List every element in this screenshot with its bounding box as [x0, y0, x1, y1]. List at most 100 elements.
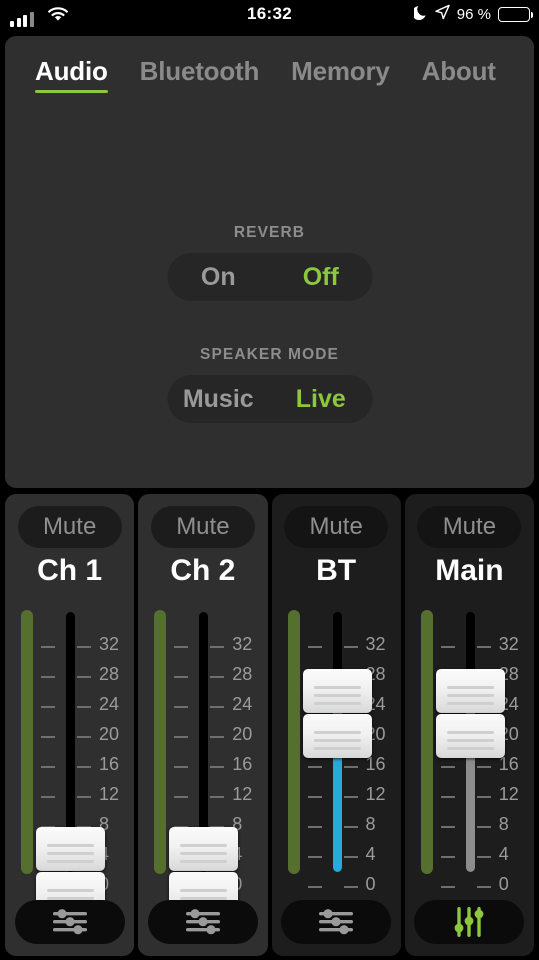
mute-button-label: Mute — [309, 513, 363, 540]
scale-tick-row: 20 — [174, 725, 267, 743]
scale-tick-mark — [440, 646, 455, 648]
channel-strips: Mute Ch 1 32 28 24 20 16 12 8 4 0 Mute — [5, 494, 534, 956]
scale-tick-mark — [440, 826, 455, 828]
scale-tick-mark — [343, 826, 358, 828]
scale-tick-row: 4 — [440, 845, 534, 863]
scale-tick-mark — [440, 856, 455, 858]
tab-audio[interactable]: Audio — [35, 57, 108, 94]
mute-button-main[interactable]: Mute — [417, 506, 522, 548]
fader-area-bt: 32 28 24 20 16 12 8 4 0 — [272, 602, 401, 893]
scale-tick-label: 32 — [498, 634, 519, 654]
scale-tick-mark — [307, 796, 322, 798]
scale-tick-mark — [77, 646, 91, 648]
fader-handle-main-a[interactable] — [435, 669, 505, 713]
scale-tick-row: 12 — [307, 785, 401, 803]
fader-handle-bt-b[interactable] — [302, 714, 372, 758]
scale-tick-mark — [210, 766, 225, 768]
channel-strip-ch1: Mute Ch 1 322824201612840 — [5, 494, 135, 956]
scale-tick-label: 12 — [99, 784, 120, 804]
status-bar-right: 96 % — [411, 4, 533, 24]
mute-button-ch1[interactable]: Mute — [17, 506, 122, 548]
scale-tick-mark — [343, 796, 358, 798]
scale-tick-mark — [476, 646, 491, 648]
scale-tick-label: 16 — [99, 754, 120, 774]
battery-percent-label: 96 % — [456, 5, 491, 23]
speaker-mode-option-music[interactable]: Music — [167, 386, 270, 412]
channel-strip-ch2: Mute Ch 2 322824201612840 — [138, 494, 268, 956]
mute-button-label: Mute — [42, 513, 97, 540]
scale-tick-row: 32 — [307, 635, 401, 653]
scale-tick-mark — [307, 826, 322, 828]
scale-tick-label: 4 — [365, 844, 376, 864]
scale-tick-row: 32 — [41, 635, 134, 653]
scale-tick-label: 32 — [99, 634, 120, 654]
scale-tick-mark — [476, 856, 491, 858]
mute-button-bt[interactable]: Mute — [284, 506, 389, 548]
scale-tick-label: 12 — [365, 784, 386, 804]
scale-tick-row: 8 — [307, 815, 401, 833]
fader-area-main: 32 28 24 20 16 12 8 4 0 — [405, 602, 534, 893]
scale-tick-label: 0 — [365, 874, 376, 894]
scale-tick-row: 4 — [307, 845, 401, 863]
scale-tick-row: 28 — [174, 665, 267, 683]
scale-tick-mark — [440, 886, 455, 888]
scale-tick-mark — [77, 766, 91, 768]
scale-tick-row: 24 — [41, 695, 134, 713]
scale-tick-row: 32 — [174, 635, 267, 653]
scale-tick-label: 12 — [498, 784, 519, 804]
scale-tick-mark — [174, 706, 189, 708]
eq-button-main[interactable] — [414, 900, 525, 944]
scale-tick-mark — [41, 736, 55, 738]
scale-tick-mark — [210, 676, 225, 678]
app-screen: 16:32 96 % Audio Bluetooth Memory About … — [0, 0, 539, 960]
scale-tick-label: 16 — [232, 754, 253, 774]
fader-handle-main-b[interactable] — [435, 714, 505, 758]
reverb-option-off[interactable]: Off — [270, 264, 373, 290]
eq-button-bt[interactable] — [281, 900, 392, 944]
scale-tick-row: 16 — [307, 755, 401, 773]
scale-tick-mark — [476, 826, 491, 828]
scale-tick-row: 12 — [440, 785, 534, 803]
scale-tick-row: 12 — [41, 785, 134, 803]
scale-tick-mark — [476, 796, 491, 798]
scale-tick-label: 28 — [232, 664, 253, 684]
reverb-segmented-control: On Off — [167, 253, 372, 301]
level-meter-bt — [287, 610, 300, 874]
speaker-mode-option-live[interactable]: Live — [270, 386, 373, 412]
scale-tick-label: 4 — [498, 844, 509, 864]
vertical-sliders-icon — [452, 905, 486, 939]
scale-tick-row: 16 — [440, 755, 534, 773]
scale-tick-label: 32 — [232, 634, 253, 654]
scale-tick-label: 8 — [365, 814, 376, 834]
channel-strip-main: Mute Main 32 28 24 20 16 12 8 4 0 — [404, 494, 534, 956]
settings-panel: Audio Bluetooth Memory About REVERB On O… — [5, 36, 534, 488]
channel-strip-bt: Mute BT 32 28 24 20 16 12 8 4 0 — [271, 494, 401, 956]
mute-button-ch2[interactable]: Mute — [150, 506, 255, 548]
reverb-option-on[interactable]: On — [167, 264, 270, 290]
fader-area-ch1: 322824201612840 — [5, 602, 134, 916]
scale-tick-mark — [41, 766, 55, 768]
scale-tick-label: 24 — [232, 694, 253, 714]
scale-tick-mark — [77, 796, 91, 798]
speaker-mode-label: SPEAKER MODE — [200, 346, 339, 363]
scale-tick-row: 16 — [174, 755, 267, 773]
scale-tick-mark — [174, 736, 189, 738]
status-bar: 16:32 96 % — [0, 0, 539, 32]
eq-button-ch2[interactable] — [147, 900, 258, 944]
tab-memory[interactable]: Memory — [291, 57, 390, 93]
horizontal-sliders-icon — [50, 906, 90, 938]
fader-handle-ch1-a[interactable] — [36, 826, 105, 871]
channel-name-ch2: Ch 2 — [170, 554, 236, 587]
fader-handle-ch2-a[interactable] — [169, 826, 239, 871]
tab-about[interactable]: About — [422, 57, 496, 93]
scale-tick-label: 32 — [365, 634, 386, 654]
channel-name-main: Main — [435, 554, 504, 587]
scale-tick-mark — [41, 796, 55, 798]
level-meter-main — [420, 610, 433, 874]
fader-handle-bt-a[interactable] — [302, 669, 372, 713]
scale-tick-row: 8 — [440, 815, 534, 833]
speaker-mode-segmented-control: Music Live — [167, 375, 372, 423]
scale-tick-row: 12 — [174, 785, 267, 803]
tab-bluetooth[interactable]: Bluetooth — [140, 57, 260, 93]
eq-button-ch1[interactable] — [14, 900, 125, 944]
